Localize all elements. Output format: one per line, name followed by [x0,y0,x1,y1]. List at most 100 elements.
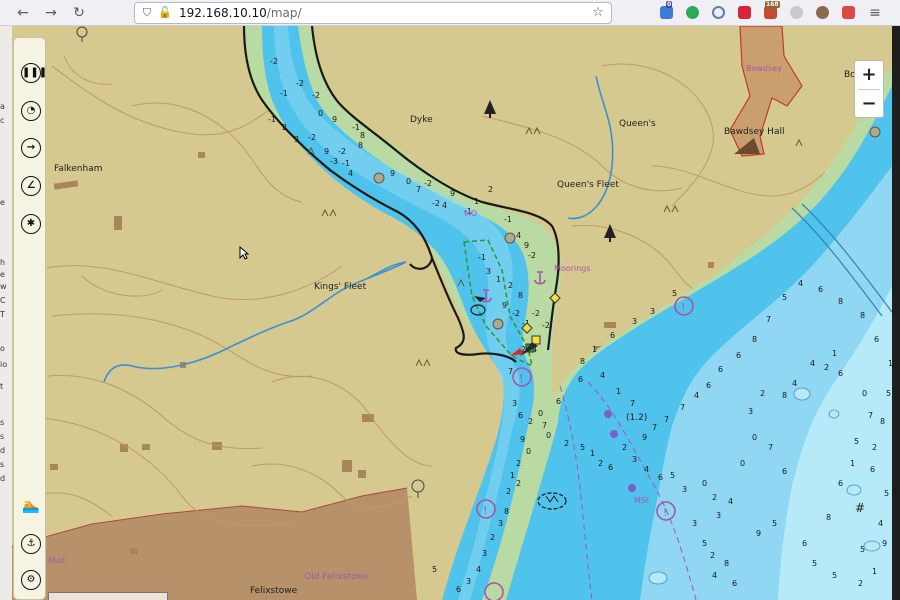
timer-icon[interactable]: ◔ [21,101,41,121]
extension-8-icon[interactable] [842,6,855,19]
depth-sounding: 6 [782,467,787,476]
address-text[interactable]: 192.168.10.10/map/ [179,6,302,20]
depth-sounding: 2 [824,363,829,372]
place-label-falkenham: Falkenham [54,164,103,174]
depth-sounding: -2 [296,79,304,88]
depth-sounding: 7 [630,399,635,408]
depth-sounding: -1 [342,159,350,168]
depth-sounding: 8 [752,335,757,344]
extension-6-icon[interactable] [790,6,803,19]
depth-sounding: -1 [504,215,512,224]
depth-sounding: 6 [736,351,741,360]
address-bar[interactable]: ⛉ 🔓 192.168.10.10/map/ ☆ [134,2,612,24]
background-window-sliver: a c e h e w C To io t s s d s d [0,26,12,600]
depth-sounding: 3 [466,577,471,586]
bookmark-star-icon[interactable]: ☆ [591,6,605,20]
depth-sounding: 4 [348,169,353,178]
depth-sounding: 4 [516,231,521,240]
depth-sounding: 4 [476,565,481,574]
depth-sounding: -1 [352,123,360,132]
anchor-icon[interactable]: ⚓ [21,534,41,554]
depth-sounding: 3 [716,511,721,520]
wreck-hash-icon: # [855,501,865,515]
depth-sounding: 6 [802,539,807,548]
depth-sounding: 2 [490,533,495,542]
route-icon[interactable]: → [21,138,41,158]
depth-sounding: 4 [712,571,717,580]
depth-sounding: 4 [798,279,803,288]
depth-sounding: 7 [652,423,657,432]
depth-sounding: 7 [680,403,685,412]
browser-window: ← → ↻ ⛉ 🔓 192.168.10.10/map/ ☆ 0 168 ≡ a… [0,0,900,600]
depth-sounding: 1 [592,345,597,354]
depth-sounding: 8 [880,417,885,426]
zoom-in-button[interactable]: + [855,61,883,89]
zoom-control: + − [854,60,884,118]
extension-2-icon[interactable] [686,6,699,19]
depth-sounding: -2 [270,57,278,66]
depth-sounding: 3 [682,485,687,494]
depth-sounding: 6 [732,579,737,588]
depth-sounding: 6 [658,473,663,482]
zoom-out-button[interactable]: − [855,90,883,118]
depth-sounding: 2 [488,185,493,194]
swimmer-icon[interactable]: 🏊 [21,496,41,516]
depth-sounding: 6 [718,365,723,374]
settings-icon[interactable]: ⚙ [21,570,41,590]
depth-sounding: 8 [826,513,831,522]
depth-sounding: 3 [498,519,503,528]
chart-label-mud: Mud [48,556,65,565]
forward-icon[interactable]: → [42,4,60,22]
hamburger-menu-icon[interactable]: ≡ [866,4,884,22]
place-label-dyke: Dyke [410,115,433,125]
depth-sounding: 7 [766,315,771,324]
depth-sounding: 0 [538,409,543,418]
extension-3-icon[interactable] [712,6,725,19]
measure-icon[interactable]: ∠ [21,176,41,196]
insecure-lock-icon[interactable]: 🔓 [158,6,172,20]
chart-viewport[interactable]: -2 -1 -2 -2 -1 2 3 -2 0 9 -1 8 9 -3 -2 -1 4 8 9 0 7 -2 -2 4 9 -1 1… [12,26,892,600]
browser-toolbar: ← → ↻ ⛉ 🔓 192.168.10.10/map/ ☆ 0 168 ≡ [0,0,900,26]
depth-sounding: 9 [324,147,329,156]
depth-sounding: 1 [590,449,595,458]
shield-icon[interactable]: ⛉ [140,6,154,20]
depth-sounding: 9 [450,189,455,198]
nautical-chart[interactable]: -2-1-2-2-123 -209-189-3-2-148907-2-2 49-11… [12,26,892,600]
extension-4-icon[interactable] [738,6,751,19]
depth-sounding: 2 [508,281,513,290]
depth-sounding: 6 [838,479,843,488]
depth-sounding: -2 [528,251,536,260]
depth-sounding: 7 [868,411,873,420]
reload-icon[interactable]: ↻ [70,4,88,22]
depth-sounding: 2 [858,579,863,588]
depth-sounding: 6 [870,465,875,474]
depth-sounding: 5 [670,471,675,480]
depth-sounding: 5 [854,437,859,446]
depth-sounding: 5 [886,389,891,398]
extension-7-icon[interactable] [816,6,829,19]
mouse-cursor-icon [239,245,250,264]
depth-sounding: 4 [442,201,447,210]
depth-sounding: 2 [710,551,715,560]
depth-sounding: 6 [556,397,561,406]
depth-sounding: 6 [578,375,583,384]
depth-sounding: 7 [542,421,547,430]
depth-sounding: -2 [424,179,432,188]
depth-sounding: 3 [512,399,517,408]
back-icon[interactable]: ← [14,4,32,22]
depth-sounding: 3 [294,135,299,144]
layers-icon[interactable]: ❚❚❚ [21,63,47,83]
depth-sounding: 0 [546,431,551,440]
depth-sounding: 5 [782,293,787,302]
depth-sounding: 3 [482,549,487,558]
sun-icon[interactable]: ✱ [21,214,41,234]
depth-sounding: 0 [406,177,411,186]
depth-sounding: 1 [850,459,855,468]
place-label-bawdsey: Bawdsey [746,64,782,73]
depth-sounding: 3 [486,267,491,276]
depth-sounding: 1 [616,387,621,396]
depth-sounding: -2 [532,309,540,318]
depth-sounding: -2 [542,321,550,330]
depth-sounding: 5 [672,289,677,298]
place-label-bawdsey-hall: Bawdsey Hall [724,127,784,137]
